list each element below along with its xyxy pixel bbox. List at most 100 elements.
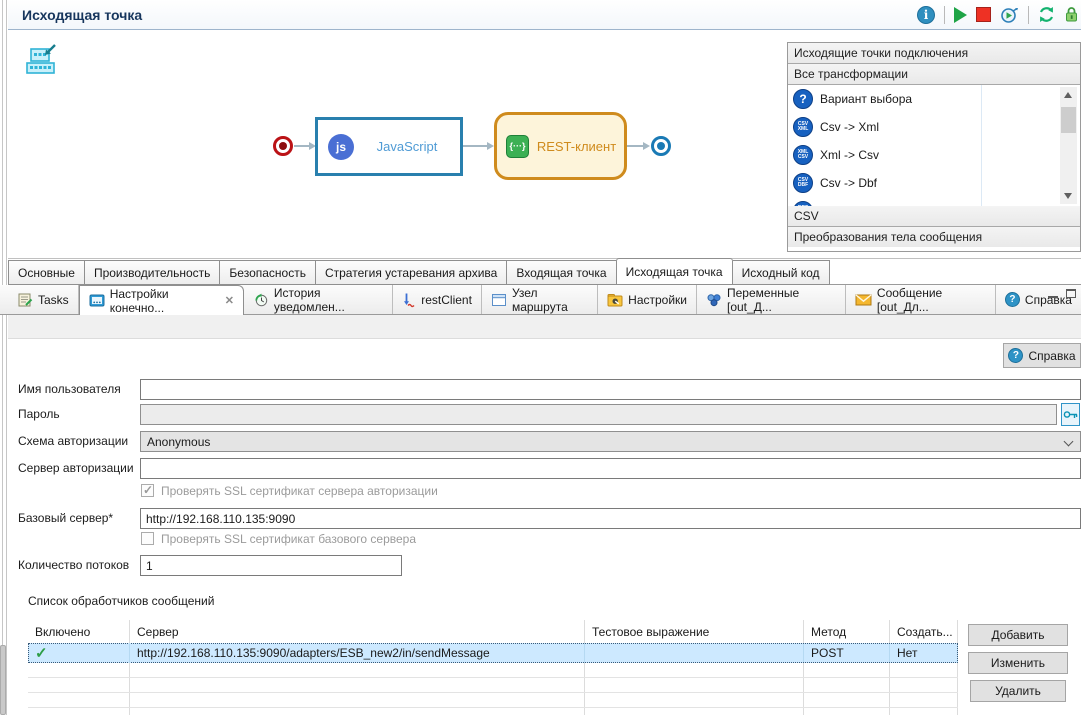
left-scrollbar[interactable] [0,645,6,715]
username-input[interactable] [140,379,1081,400]
password-key-button[interactable] [1061,403,1080,426]
refresh-icon[interactable] [1038,6,1055,23]
palette-item-csv-dbf[interactable]: CSVDBF Csv -> Dbf [788,169,1048,197]
add-button[interactable]: Добавить [968,624,1068,646]
palette-section-body[interactable]: Преобразования тела сообщения [788,227,1080,247]
column-header-test-expression[interactable]: Тестовое выражение [585,620,804,643]
minimize-icon[interactable] [1048,289,1058,298]
flow-node-rest-client[interactable]: {···} REST-клиент [494,112,627,180]
stop-icon[interactable] [976,7,991,22]
auth-scheme-select[interactable]: Anonymous [140,431,1081,452]
palette-section-transforms[interactable]: Все трансформации [788,64,1080,85]
cell-method: POST [804,643,890,663]
transform-palette: Исходящие точки подключения Все трансфор… [787,42,1081,252]
delete-button[interactable]: Удалить [970,680,1066,702]
flow-arrowhead [487,142,494,150]
column-header-server[interactable]: Сервер [130,620,585,643]
threads-input[interactable] [140,555,402,576]
tab-bezopasnost[interactable]: Безопасность [219,260,315,285]
auth-server-input[interactable] [140,458,1081,479]
resume-icon[interactable] [1000,6,1019,24]
ssl-auth-checkbox [141,484,154,497]
table-row [28,663,958,678]
tab-ishodyashchaya-tochka[interactable]: Исходящая точка [616,258,733,285]
page-title: Исходящая точка [8,7,917,23]
editor-toolbar: i [917,6,1081,24]
help-button[interactable]: ? Справка [1003,343,1081,368]
palette-section-endpoints[interactable]: Исходящие точки подключения [788,43,1080,64]
view-tab-label: Узел маршрута [512,286,588,314]
add-button-label: Добавить [991,628,1044,642]
tab-proizvoditelnost[interactable]: Производительность [84,260,219,285]
view-tab-settings[interactable]: Настройки [598,285,697,314]
view-tab-message[interactable]: Сообщение [out_Дл... [846,285,996,314]
ssl-auth-checkbox-label: Проверять SSL сертификат сервера авториз… [161,484,438,498]
palette-item-label: Csv -> Xml [820,120,879,134]
envelope-icon [855,294,872,306]
tab-ishodnyj-kod[interactable]: Исходный код [733,260,830,285]
run-icon[interactable] [954,7,967,23]
palette-item-dbf-csv[interactable]: DBFCSV Dbf -> Csv [788,197,1048,206]
tab-label: Входящая точка [516,266,606,280]
view-tab-variables[interactable]: Переменные [out_Д... [697,285,846,314]
column-header-enabled[interactable]: Включено [28,620,130,643]
tab-strategiya-arhiva[interactable]: Стратегия устаревания архива [315,260,506,285]
view-tab-restclient[interactable]: restClient [393,285,482,314]
palette-scrollbar[interactable] [1060,87,1077,204]
folder-gear-icon [607,293,623,307]
column-header-method[interactable]: Метод [804,620,890,643]
palette-item-variant[interactable]: ? Вариант выбора [788,85,1048,113]
view-tab-tasks[interactable]: Tasks [8,285,79,314]
base-server-input[interactable] [140,508,1081,529]
edit-button[interactable]: Изменить [968,652,1068,674]
view-tab-notification-history[interactable]: История уведомлен... [244,285,393,314]
view-tab-label: Настройки конечно... [110,287,214,315]
cell-server: http://192.168.110.135:9090/adapters/ESB… [130,643,585,663]
palette-item-xml-csv[interactable]: XMLCSV Xml -> Csv [788,141,1048,169]
toolbar-divider [944,6,945,24]
table-row[interactable]: http://192.168.110.135:9090/adapters/ESB… [28,643,958,663]
flow-start-node[interactable] [273,136,293,156]
restore-icon[interactable] [1066,289,1076,298]
password-label: Пароль [18,407,60,421]
chevron-down-icon [1064,437,1074,447]
handlers-title: Список обработчиков сообщений [28,594,214,608]
scroll-up-icon[interactable] [1064,92,1072,98]
info-icon[interactable]: i [917,6,935,24]
console-icon [89,294,105,308]
tab-vhodyashchaya-tochka[interactable]: Входящая точка [506,260,615,285]
view-tab-label: restClient [421,293,472,307]
palette-item-label: Вариант выбора [820,92,912,106]
tab-label: Исходный код [742,266,820,280]
key-icon [1063,408,1078,422]
close-icon[interactable]: ✕ [225,294,234,307]
csv-xml-icon: CSVXML [793,117,813,137]
section-label: Преобразования тела сообщения [794,230,982,244]
left-splitter[interactable] [2,0,3,715]
section-label: Все трансформации [794,67,908,81]
table-row [28,678,958,693]
tasks-icon [17,292,33,308]
tab-label: Производительность [94,266,210,280]
view-tab-route-node[interactable]: Узел маршрута [482,285,598,314]
flow-arrowhead [643,142,650,150]
flow-node-javascript[interactable]: js JavaScript [315,117,463,176]
section-label: Исходящие точки подключения [794,46,968,60]
table-row [28,693,958,708]
scroll-down-icon[interactable] [1064,193,1072,199]
node-label: REST-клиент [529,139,624,154]
flow-end-node[interactable] [651,136,671,156]
window-icon [491,293,507,307]
column-header-create[interactable]: Создать... [890,620,958,643]
palette-section-csv[interactable]: CSV [788,206,1080,227]
view-tab-label: Переменные [out_Д... [727,286,836,314]
view-tab-bar: Tasks Настройки конечно... ✕ История уве… [0,285,1081,315]
palette-item-csv-xml[interactable]: CSVXML Csv -> Xml [788,113,1048,141]
tab-osnovnye[interactable]: Основные [8,260,84,285]
cell-test-expression [585,643,804,663]
flow-canvas[interactable]: js JavaScript {···} REST-клиент Исходящи… [8,30,1081,258]
lock-icon[interactable] [1064,6,1079,23]
view-tab-endpoint-settings[interactable]: Настройки конечно... ✕ [79,285,244,315]
scrollbar-thumb[interactable] [1061,107,1076,133]
threads-label: Количество потоков [18,558,129,572]
